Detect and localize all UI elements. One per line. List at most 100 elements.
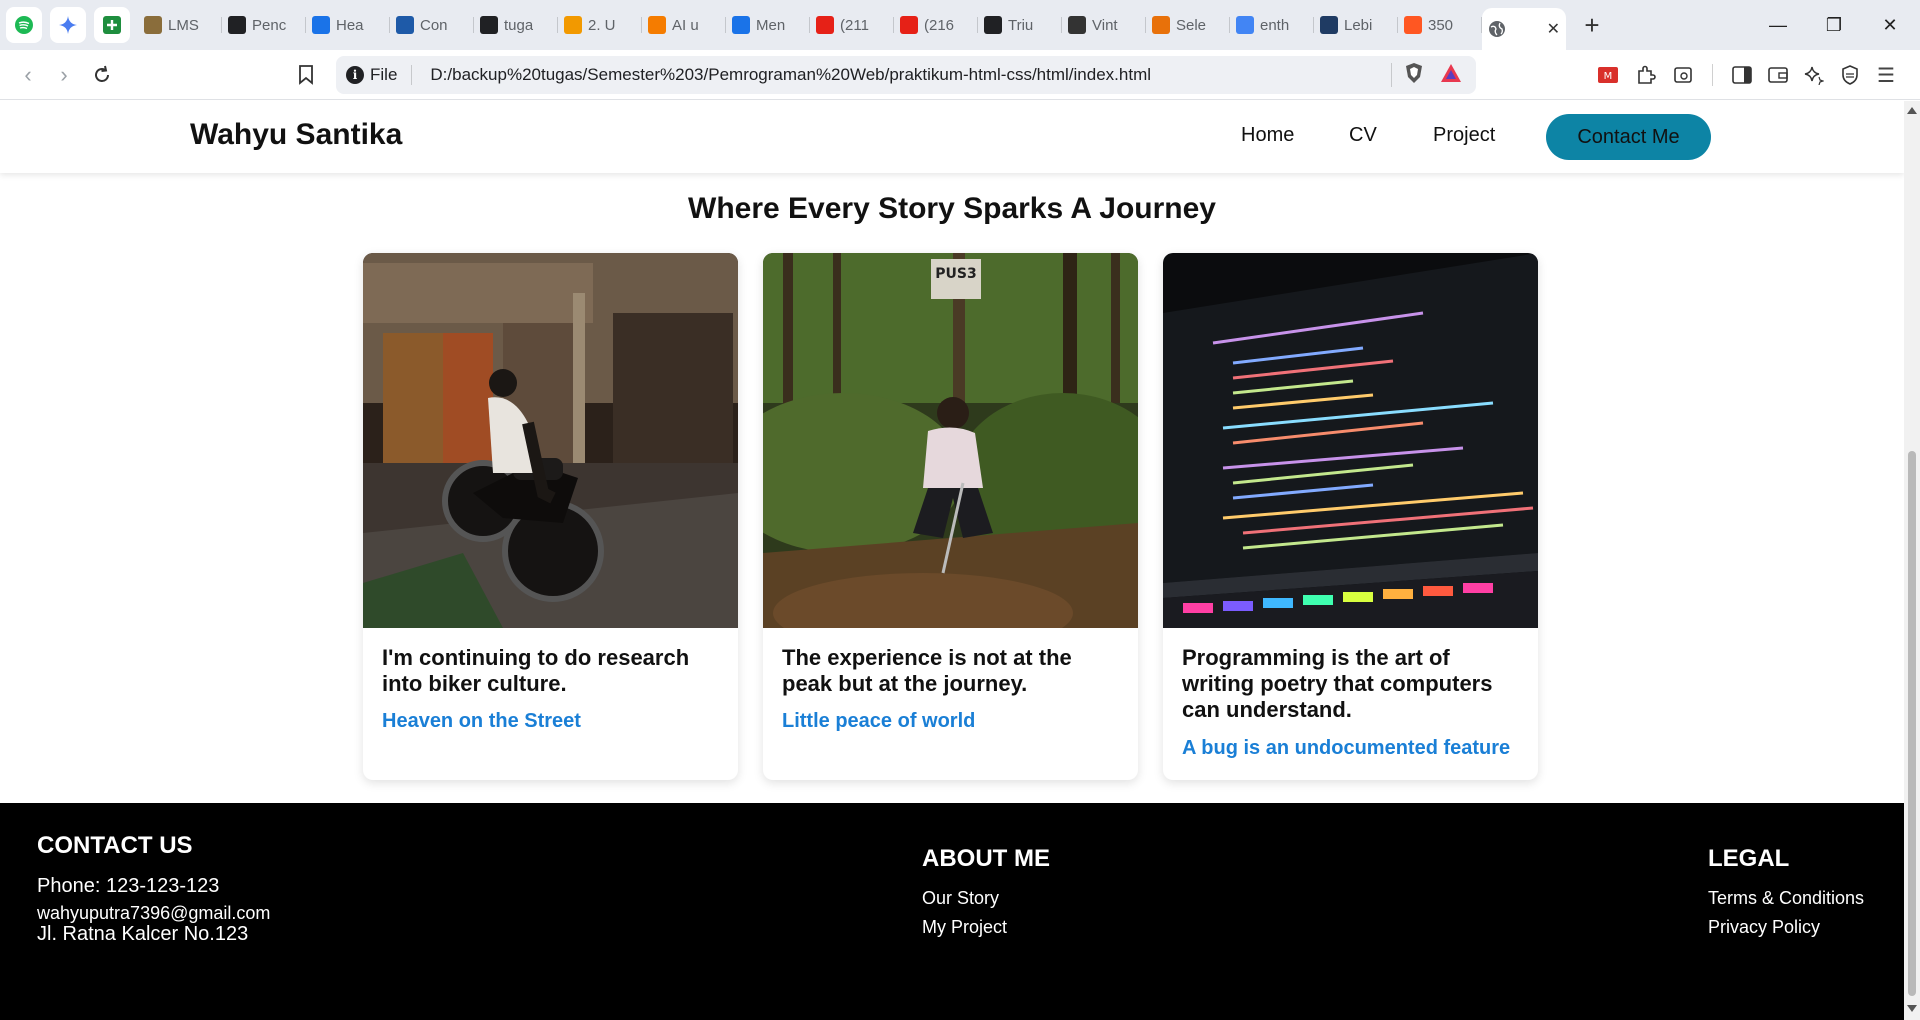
browser-tab[interactable]: Lebi [1314,7,1398,43]
motorcycle-photo [363,253,738,628]
site-brand[interactable]: Wahyu Santika [190,118,402,152]
page-scrollbar[interactable] [1904,101,1920,1020]
footer-my-project-link[interactable]: My Project [922,917,1007,938]
scroll-up-arrow[interactable] [1907,107,1917,114]
tab-title: 2. U [588,16,616,34]
footer-about-heading: ABOUT ME [922,845,1050,872]
page-viewport: Wahyu Santika Home CV Project Contact Me… [0,101,1904,1020]
site-footer: CONTACT US Phone: 123-123-123 wahyuputra… [0,803,1904,1020]
gemini-pinned-tab[interactable] [50,7,86,43]
tab-title: Triu [1008,16,1034,34]
browser-tab[interactable]: AI u [642,7,726,43]
minimize-icon[interactable]: — [1750,0,1806,50]
brave-rewards-icon[interactable] [1440,63,1462,88]
restore-icon[interactable]: ❐ [1806,0,1862,50]
extension-red-icon[interactable]: M [1596,63,1620,87]
tab-title: LMS [168,16,199,34]
sidebar-icon[interactable] [1730,63,1754,87]
browser-tab[interactable]: enth [1230,7,1314,43]
google-icon [1236,16,1254,34]
site-info-icon[interactable]: i [346,66,364,84]
footer-legal-heading: LEGAL [1708,845,1790,872]
address-bar[interactable]: i File D:/backup%20tugas/Semester%203/Pe… [336,56,1476,94]
footer-phone: Phone: 123-123-123 [37,875,220,897]
nav-home-link[interactable]: Home [1241,124,1294,147]
card-subtitle-link[interactable]: Heaven on the Street [382,710,581,733]
sheets-pinned-tab[interactable] [94,7,130,43]
tab-title: Lebi [1344,16,1373,34]
story-card[interactable]: I'm continuing to do research into biker… [363,253,738,780]
triumph-icon [984,16,1002,34]
browser-tab[interactable]: Vint [1062,7,1146,43]
brave-shield-icon[interactable] [1404,62,1424,89]
nav-cv-link[interactable]: CV [1349,124,1377,147]
browser-tab[interactable]: tuga [474,7,558,43]
tab-active-local-file[interactable]: ✕ [1482,8,1566,50]
scroll-down-arrow[interactable] [1907,1005,1917,1012]
wallet-icon[interactable] [1766,63,1790,87]
footer-terms-link[interactable]: Terms & Conditions [1708,888,1864,909]
reader-mode-icon[interactable] [1671,63,1695,87]
tab-title: Sele [1176,16,1207,34]
forward-icon[interactable]: › [50,61,78,89]
browser-tab[interactable]: Triu [978,7,1062,43]
svg-text:PUS3: PUS3 [935,266,976,282]
back-icon[interactable]: ‹ [14,61,42,89]
nav-project-link[interactable]: Project [1433,124,1495,147]
github-icon [480,16,498,34]
bookmark-icon[interactable] [292,61,320,89]
browser-tab[interactable]: Men [726,7,810,43]
story-card[interactable]: PUS3 The experience is not at the peak b… [763,253,1138,780]
browser-tab[interactable]: Sele [1146,7,1230,43]
gemini-icon [59,16,77,34]
leo-ai-icon[interactable] [1802,63,1826,87]
toolbar-divider [1712,64,1713,86]
tab-title: tuga [504,16,534,34]
tab-title: Con [420,16,448,34]
omnibox-divider [411,65,413,85]
extensions-puzzle-icon[interactable] [1634,63,1658,87]
infinity-icon [648,16,666,34]
story-card[interactable]: Programming is the art of writing poetry… [1163,253,1538,780]
footer-our-story-link[interactable]: Our Story [922,888,999,909]
browser-tab[interactable]: (216 [894,7,978,43]
spotify-icon [15,16,33,34]
new-tab-button[interactable]: + [1574,7,1610,43]
card-subtitle-link[interactable]: Little peace of world [782,710,975,733]
browser-tab[interactable]: 350 [1398,7,1482,43]
card-subtitle-link[interactable]: A bug is an undocumented feature [1182,737,1510,760]
youtube-icon [816,16,834,34]
reload-icon[interactable] [88,61,116,89]
vpn-shield-icon[interactable] [1838,63,1862,87]
tab-title: (216 [924,16,955,34]
openai-icon [228,16,246,34]
scheme-label: File [370,65,398,84]
menu-icon[interactable]: ☰ [1874,63,1898,87]
omnibox-actions [1391,56,1476,94]
doc-icon [396,16,414,34]
browser-tab[interactable]: LMS [138,7,222,43]
footer-privacy-link[interactable]: Privacy Policy [1708,917,1820,938]
footer-email: wahyuputra7396@gmail.com [37,903,271,923]
browser-tab[interactable]: Hea [306,7,390,43]
spotify-pinned-tab[interactable] [6,7,42,43]
chart-icon [564,16,582,34]
browser-tab[interactable]: Con [390,7,474,43]
plus-sheet-icon [103,16,121,34]
close-tab-icon[interactable]: ✕ [1547,19,1560,39]
browser-tab-strip: LMS Penc Hea Con tuga 2. U AI u Men (211 (216 Triu… [0,0,1920,50]
contact-me-button[interactable]: Contact Me [1546,114,1711,160]
grid-icon [1152,16,1170,34]
close-window-icon[interactable]: ✕ [1862,0,1918,50]
url-text[interactable]: D:/backup%20tugas/Semester%203/Pemrogram… [430,65,1151,85]
browser-tab[interactable]: Penc [222,7,306,43]
scroll-thumb[interactable] [1908,451,1916,996]
browser-tab[interactable]: (211 [810,7,894,43]
tab-title: Hea [336,16,364,34]
browser-tab[interactable]: 2. U [558,7,642,43]
diamond-icon [732,16,750,34]
lms-icon [144,16,162,34]
svg-text:M: M [1604,71,1613,82]
tab-title: Penc [252,16,287,34]
tab-title: (211 [840,16,869,34]
